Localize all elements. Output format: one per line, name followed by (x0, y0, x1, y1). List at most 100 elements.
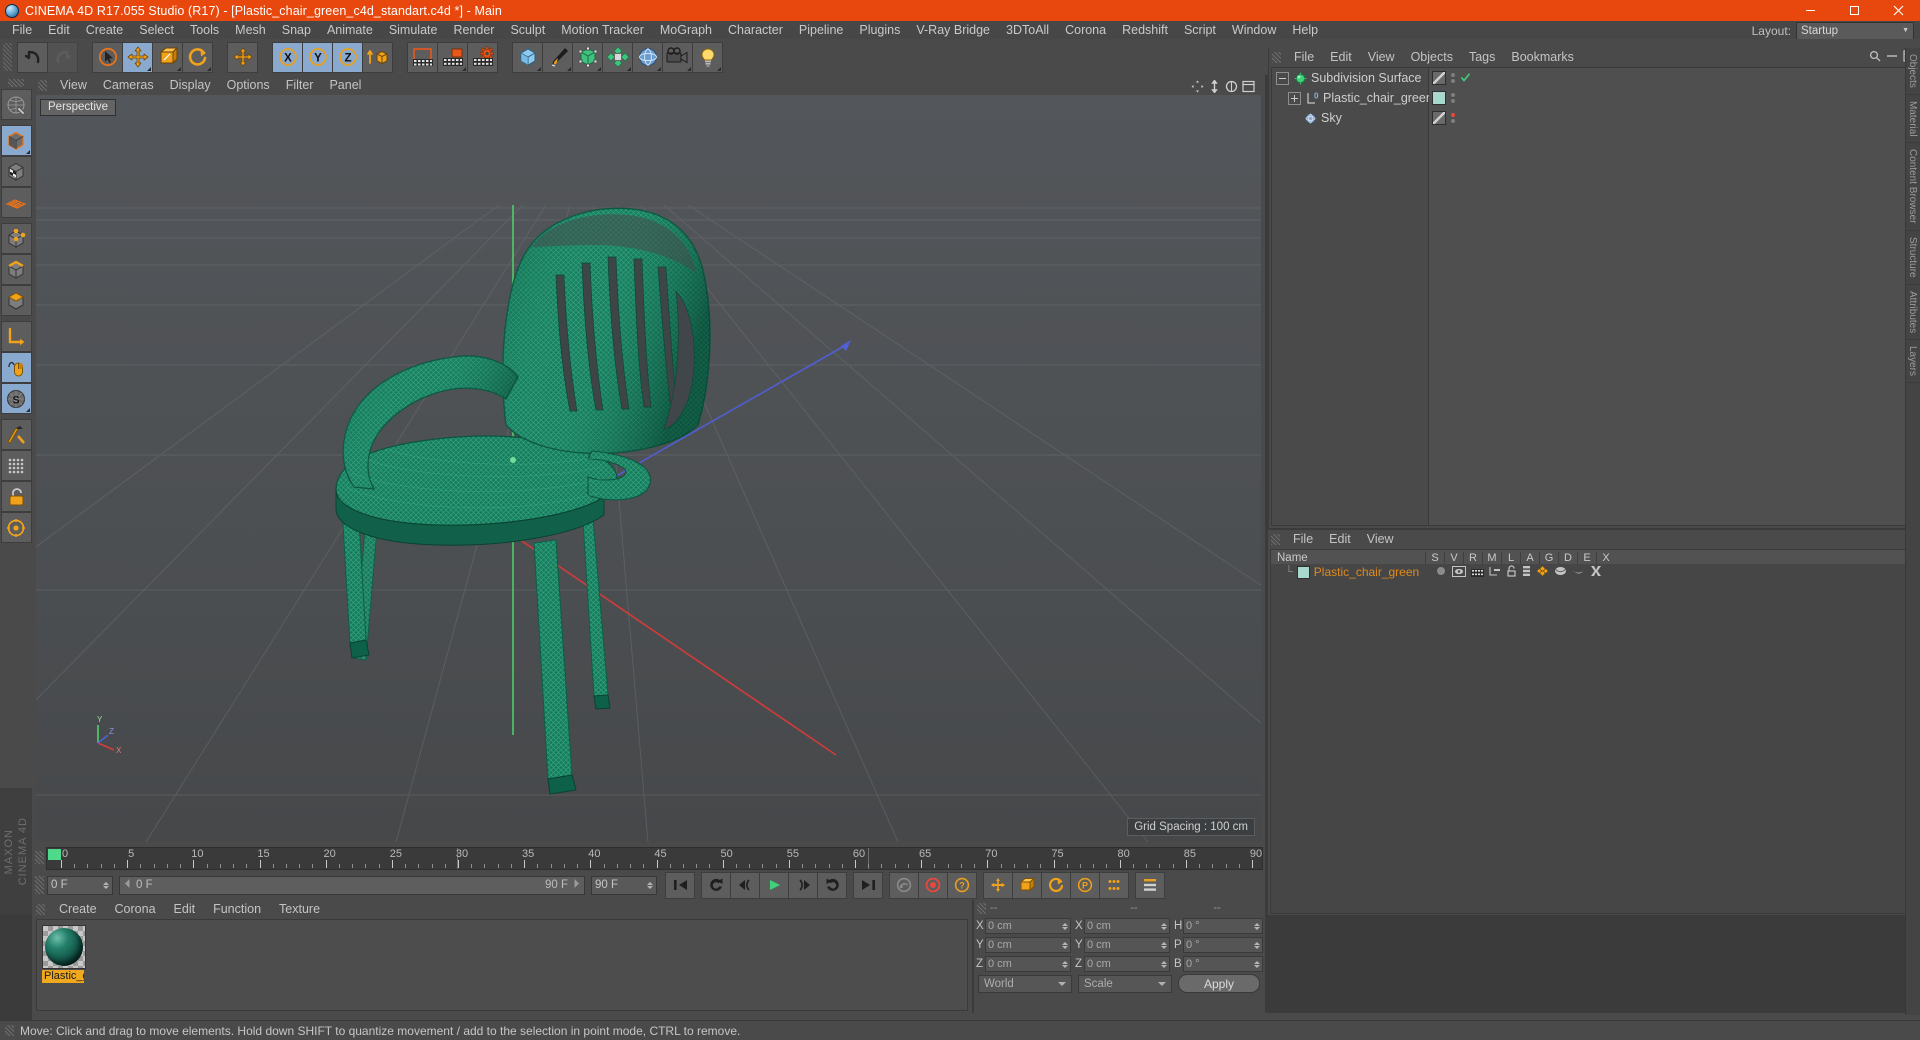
rotation-b-field[interactable]: 0 ° (1183, 956, 1263, 972)
next-frame-button[interactable] (789, 871, 818, 899)
texture-mode-icon[interactable] (0, 156, 32, 187)
tag-row-sky[interactable] (1429, 108, 1485, 128)
dock-tab-attributes[interactable]: Attributes (1906, 285, 1919, 340)
autokeying-button[interactable] (919, 871, 948, 899)
rotation-key-button[interactable] (1042, 871, 1071, 899)
render-toggle-icon[interactable] (1471, 565, 1484, 580)
om-menu-file[interactable]: File (1286, 48, 1322, 67)
object-row-subdivision-surface[interactable]: Subdivision Surface (1272, 68, 1428, 88)
play-backwards-button[interactable] (701, 871, 731, 899)
object-tree-blank-area[interactable] (1429, 68, 1918, 525)
layer-row[interactable]: └ Plastic_chair_green (1271, 564, 1917, 580)
menu-mograph[interactable]: MoGraph (652, 21, 720, 39)
visibility-dots[interactable] (1451, 93, 1455, 103)
menu-window[interactable]: Window (1224, 21, 1284, 39)
lock-z-axis-icon[interactable]: Z (333, 41, 363, 73)
xref-toggle-icon[interactable] (1590, 565, 1602, 580)
perspective-viewport[interactable]: Perspective Y X Z Grid Spacing: 100 cm (36, 95, 1261, 842)
workplane-icon[interactable]: S (0, 383, 32, 414)
record-key-button[interactable] (889, 871, 919, 899)
go-to-end-button[interactable] (853, 871, 883, 899)
current-frame-field[interactable]: 0 F (47, 875, 113, 895)
viewport-menu-filter[interactable]: Filter (278, 77, 322, 94)
viewport-menu-cameras[interactable]: Cameras (95, 77, 162, 94)
add-deformer-icon[interactable] (603, 41, 633, 73)
column-a[interactable]: A (1520, 551, 1539, 564)
scrub-left-handle-icon[interactable] (122, 878, 133, 892)
previous-frame-button[interactable] (731, 871, 760, 899)
animbar-grip[interactable] (35, 876, 44, 894)
layout-dropdown[interactable]: Startup ▼ (1796, 21, 1914, 40)
world-object-coordinates-icon[interactable] (363, 41, 393, 73)
maximize-viewport-icon[interactable] (1242, 80, 1255, 96)
spinner-icon[interactable] (647, 881, 653, 889)
play-forward-button[interactable] (760, 871, 789, 899)
scrub-right-handle-icon[interactable] (571, 878, 582, 892)
tag-row-plastic-chair-green[interactable] (1429, 88, 1485, 108)
status-bar-grip[interactable] (5, 1025, 14, 1036)
size-mode-dropdown[interactable]: Scale (1078, 974, 1172, 993)
menu-select[interactable]: Select (131, 21, 182, 39)
layer-manager-grip[interactable] (1271, 534, 1280, 545)
edge-mode-icon[interactable] (0, 254, 32, 285)
lock-y-axis-icon[interactable]: Y (303, 41, 333, 73)
spinner-icon[interactable] (1161, 922, 1167, 930)
material-item[interactable]: Plastic_g (42, 925, 86, 983)
menu-sculpt[interactable]: Sculpt (502, 21, 553, 39)
om-menu-bookmarks[interactable]: Bookmarks (1503, 48, 1582, 67)
solo-toggle-icon[interactable] (1435, 565, 1447, 580)
column-d[interactable]: D (1558, 551, 1577, 564)
spinner-icon[interactable] (1062, 941, 1068, 949)
polygon-mode-icon[interactable] (0, 285, 32, 316)
size-y-field[interactable]: 0 cm (1084, 937, 1170, 953)
spinner-icon[interactable] (1161, 941, 1167, 949)
point-mode-icon[interactable] (0, 223, 32, 254)
dock-tab-objects[interactable]: Objects (1906, 48, 1919, 95)
toolbar-grip[interactable] (3, 43, 12, 71)
point-level-animation-button[interactable] (1100, 871, 1129, 899)
visibility-dots[interactable] (1451, 73, 1455, 83)
material-name-label[interactable]: Plastic_g (42, 970, 84, 983)
spinner-icon[interactable] (1062, 960, 1068, 968)
parameter-key-button[interactable]: P (1071, 871, 1100, 899)
coordinate-system-dropdown[interactable]: World (978, 974, 1072, 993)
add-generator-icon[interactable] (573, 41, 603, 73)
rotate-viewport-icon[interactable] (1225, 80, 1238, 96)
manager-toggle-icon[interactable] (1489, 565, 1501, 580)
viewport-menu-grip[interactable] (38, 80, 47, 91)
om-menu-view[interactable]: View (1360, 48, 1403, 67)
menu-motion-tracker[interactable]: Motion Tracker (553, 21, 652, 39)
column-m[interactable]: M (1482, 551, 1501, 564)
go-to-start-button[interactable] (665, 871, 695, 899)
rotation-p-field[interactable]: 0 ° (1183, 937, 1263, 953)
lm-menu-view[interactable]: View (1359, 530, 1402, 549)
column-s[interactable]: S (1425, 551, 1444, 564)
menu-file[interactable]: File (4, 21, 40, 39)
keyframe-selection-button[interactable]: ? (948, 871, 977, 899)
spinner-icon[interactable] (103, 881, 109, 889)
dock-tab-content-browser[interactable]: Content Browser (1906, 143, 1919, 231)
collapse-panel-icon[interactable] (1886, 50, 1898, 65)
viewport-menu-panel[interactable]: Panel (321, 77, 369, 94)
menu-simulate[interactable]: Simulate (381, 21, 446, 39)
layer-name-cell[interactable]: └ Plastic_chair_green (1271, 565, 1435, 579)
render-picture-viewer-icon[interactable] (438, 41, 468, 73)
object-row-plastic-chair-green[interactable]: 0 Plastic_chair_green (1272, 88, 1433, 108)
menu-script[interactable]: Script (1176, 21, 1224, 39)
maximize-button[interactable] (1832, 0, 1876, 21)
enable-snapping-icon[interactable] (0, 352, 32, 383)
render-view-icon[interactable] (407, 41, 438, 73)
add-cube-primitive-icon[interactable] (512, 41, 543, 73)
object-tree[interactable]: Subdivision Surface 0 Plastic_chair_gree… (1271, 67, 1919, 526)
make-editable-icon[interactable] (0, 89, 32, 120)
select-live-icon[interactable] (92, 41, 123, 73)
expander-minus-icon[interactable] (1276, 71, 1289, 85)
rotate-tool-icon[interactable] (183, 41, 213, 73)
scale-tool-icon[interactable] (153, 41, 183, 73)
column-r[interactable]: R (1463, 551, 1482, 564)
tag-row-subdivision-surface[interactable] (1429, 68, 1485, 88)
dock-tab-material[interactable]: Material (1906, 95, 1919, 144)
menu-snap[interactable]: Snap (274, 21, 319, 39)
menu-tools[interactable]: Tools (182, 21, 227, 39)
lock-toggle-icon[interactable] (1506, 564, 1517, 580)
